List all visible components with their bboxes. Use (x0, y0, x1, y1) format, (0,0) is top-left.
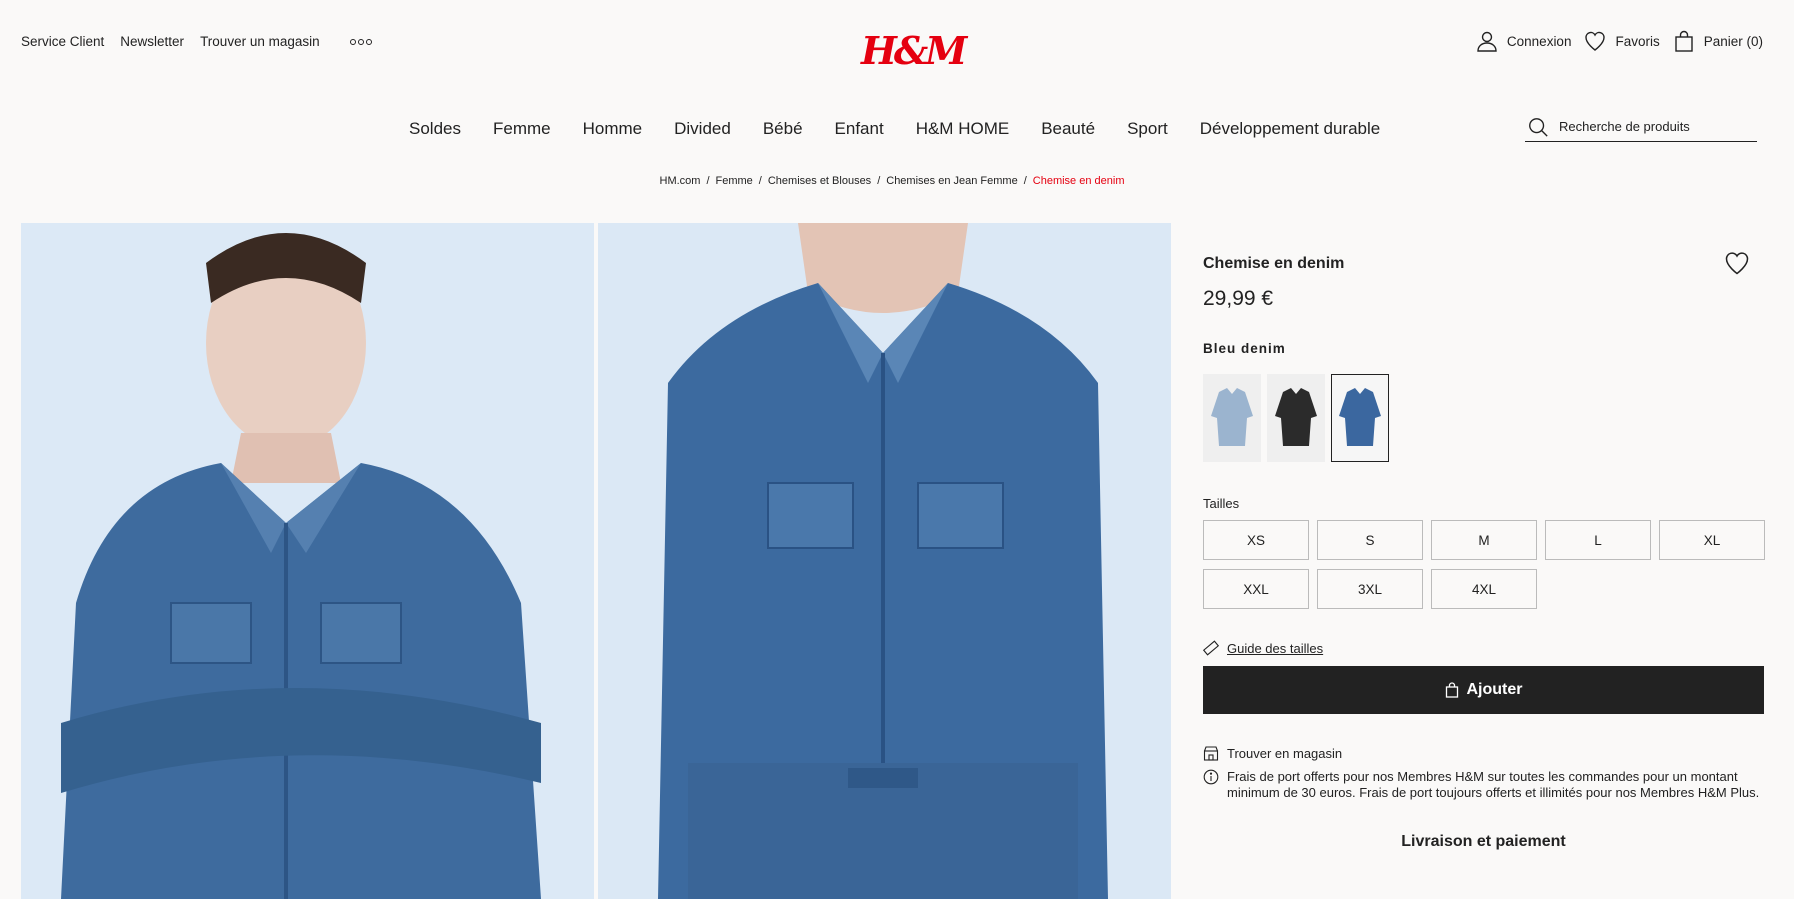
breadcrumb-current: Chemise en denim (1032, 175, 1125, 187)
size-option[interactable]: XS (1203, 520, 1309, 560)
nav-item-femme[interactable]: Femme (493, 119, 551, 139)
model-photo-front (21, 223, 594, 899)
nav-item-beaute[interactable]: Beauté (1041, 119, 1095, 139)
find-in-store-label: Trouver en magasin (1227, 745, 1343, 761)
breadcrumb: HM.com / Femme / Chemises et Blouses / Chem… (659, 175, 1125, 187)
favorites-label: Favoris (1615, 33, 1660, 49)
user-icon (1477, 31, 1497, 52)
color-swatches (1203, 374, 1389, 462)
size-option[interactable]: XL (1659, 520, 1765, 560)
product-image-1[interactable] (21, 223, 594, 899)
heart-icon (1585, 31, 1606, 51)
service-client-link[interactable]: Service Client (21, 34, 104, 49)
search-input[interactable] (1559, 119, 1739, 134)
favorites-button[interactable]: Favoris (1583, 29, 1660, 53)
color-name: Bleu denim (1203, 341, 1286, 356)
search-bar (1525, 112, 1757, 142)
account-bar: Connexion Favoris Panier (0) (1475, 29, 1763, 53)
swatch-denim-blue-selected[interactable] (1331, 374, 1389, 462)
product-image-2[interactable] (598, 223, 1171, 899)
shopping-bag-icon (1675, 30, 1693, 52)
shirt-thumbnail-light-blue (1211, 388, 1253, 446)
nav-item-hm-home[interactable]: H&M HOME (916, 119, 1010, 139)
size-option[interactable]: 4XL (1431, 569, 1537, 609)
logo-text: H&M (861, 28, 967, 73)
ruler-icon (1203, 640, 1219, 656)
sizes-label: Tailles (1203, 496, 1240, 511)
nav-item-homme[interactable]: Homme (583, 119, 643, 139)
size-option[interactable]: 3XL (1317, 569, 1423, 609)
utility-bar: Service Client Newsletter Trouver un mag… (21, 34, 372, 49)
size-guide: Guide des tailles (1203, 640, 1323, 656)
shipping-info: Frais de port offerts pour nos Membres H… (1203, 769, 1764, 801)
shirt-thumbnail-black (1275, 388, 1317, 446)
nav-item-bebe[interactable]: Bébé (763, 119, 803, 139)
size-option[interactable]: S (1317, 520, 1423, 560)
nav-item-soldes[interactable]: Soldes (409, 119, 461, 139)
nav-item-enfant[interactable]: Enfant (835, 119, 884, 139)
model-photo-torso (598, 223, 1171, 899)
product-title: Chemise en denim (1203, 255, 1345, 272)
find-store-link[interactable]: Trouver un magasin (200, 34, 320, 49)
store-icon (1203, 746, 1219, 761)
more-dots-icon[interactable] (349, 38, 372, 45)
main-nav: Soldes Femme Homme Divided Bébé Enfant H… (409, 119, 1380, 139)
breadcrumb-chemises-blouses[interactable]: Chemises et Blouses (768, 175, 871, 187)
login-button[interactable]: Connexion (1475, 29, 1572, 53)
breadcrumb-home[interactable]: HM.com (660, 175, 701, 187)
swatch-black[interactable] (1267, 374, 1325, 462)
info-icon (1203, 769, 1219, 785)
product-price: 29,99 € (1203, 287, 1274, 310)
search-icon[interactable] (1527, 116, 1549, 138)
size-option[interactable]: L (1545, 520, 1651, 560)
shipping-info-text: Frais de port offerts pour nos Membres H… (1227, 769, 1760, 800)
bag-icon (1445, 682, 1458, 698)
favorite-heart-icon[interactable] (1723, 249, 1751, 277)
size-option[interactable]: M (1431, 520, 1537, 560)
breadcrumb-chemises-jean[interactable]: Chemises en Jean Femme (886, 175, 1017, 187)
size-option[interactable]: XXL (1203, 569, 1309, 609)
newsletter-link[interactable]: Newsletter (120, 34, 184, 49)
breadcrumb-femme[interactable]: Femme (716, 175, 753, 187)
nav-item-divided[interactable]: Divided (674, 119, 731, 139)
login-label: Connexion (1506, 33, 1572, 49)
swatch-light-blue[interactable] (1203, 374, 1261, 462)
cart-label: Panier (0) (1703, 33, 1763, 49)
hm-logo[interactable]: H&M (861, 28, 967, 74)
shirt-thumbnail-denim-blue (1339, 388, 1381, 446)
delivery-payment-link[interactable]: Livraison et paiement (1203, 833, 1764, 851)
size-guide-link[interactable]: Guide des tailles (1227, 641, 1323, 656)
find-in-store[interactable]: Trouver en magasin (1203, 745, 1342, 761)
add-to-cart-button[interactable]: Ajouter (1203, 666, 1764, 714)
size-grid: XS S M L XL XXL 3XL 4XL (1203, 520, 1765, 609)
nav-item-sport[interactable]: Sport (1127, 119, 1168, 139)
add-button-label: Ajouter (1466, 681, 1523, 698)
cart-button[interactable]: Panier (0) (1672, 29, 1763, 53)
nav-item-sustainability[interactable]: Développement durable (1200, 119, 1381, 139)
